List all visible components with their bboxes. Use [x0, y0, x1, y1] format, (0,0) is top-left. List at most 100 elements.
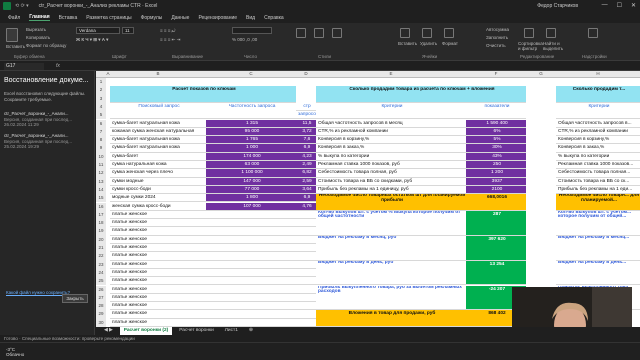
- stock-label[interactable]: Необходимое число товарных остатков шт д…: [316, 194, 466, 211]
- column-header-H[interactable]: H: [556, 71, 640, 76]
- column-header-D[interactable]: D: [296, 71, 316, 76]
- format-as-table-icon[interactable]: [314, 28, 324, 38]
- format-cells-icon[interactable]: [444, 28, 454, 38]
- criteria-right-cell[interactable]: Стоимость товара на ВБ со ск...: [556, 177, 640, 186]
- row-header[interactable]: 17: [96, 210, 106, 220]
- row-header[interactable]: 15: [96, 194, 106, 203]
- freq-cell[interactable]: 1 315: [206, 119, 296, 128]
- row-header[interactable]: 30: [96, 318, 106, 327]
- query-cell[interactable]: платье женское: [110, 310, 206, 319]
- str-cell[interactable]: 6,9: [296, 144, 316, 153]
- column-header-B[interactable]: B: [110, 71, 206, 76]
- criteria-cell[interactable]: Конверсия в корзину,%: [316, 136, 466, 145]
- add-sheet-icon[interactable]: ⊕: [245, 327, 257, 335]
- row-header[interactable]: 24: [96, 268, 106, 278]
- format-button[interactable]: Формат: [442, 41, 458, 46]
- indicator-cell[interactable]: 5%: [466, 136, 526, 145]
- col-criteria-label[interactable]: Критерии: [316, 102, 466, 120]
- row-header[interactable]: 2: [96, 86, 106, 95]
- freq-cell[interactable]: [206, 277, 296, 286]
- find-select-icon[interactable]: [546, 28, 556, 38]
- menu-tab-8[interactable]: Справка: [264, 15, 284, 21]
- close-icon[interactable]: ✕: [631, 2, 636, 9]
- weather-widget[interactable]: -3°C Облачно: [6, 347, 24, 357]
- criteria-right-cell[interactable]: Конверсия в корзину,%: [556, 136, 640, 145]
- menu-tab-0[interactable]: Файл: [8, 15, 20, 21]
- menu-tab-1[interactable]: Главная: [29, 14, 50, 21]
- row-header[interactable]: 12: [96, 169, 106, 178]
- freq-cell[interactable]: [206, 293, 296, 303]
- query-cell[interactable]: кожаная сумка женская натуральная: [110, 127, 206, 137]
- criteria-right-cell[interactable]: Себестоимость товара полная...: [556, 169, 640, 178]
- query-cell[interactable]: сумка-багет натуральная кожа: [110, 119, 206, 128]
- str-cell[interactable]: 3,64: [296, 185, 316, 195]
- row-header[interactable]: 22: [96, 252, 106, 261]
- row-header[interactable]: 21: [96, 244, 106, 253]
- freq-cell[interactable]: 1 765: [206, 136, 296, 145]
- freq-cell[interactable]: 95 000: [206, 127, 296, 137]
- menu-tab-7[interactable]: Вид: [246, 15, 255, 21]
- freq-cell[interactable]: [206, 260, 296, 269]
- col-criteria-right-label[interactable]: Критерии: [556, 102, 640, 120]
- recovery-close-button[interactable]: Закрыть: [62, 294, 88, 303]
- paste-icon[interactable]: [6, 28, 18, 42]
- delete-button[interactable]: Удалить: [420, 41, 437, 46]
- row-header[interactable]: 19: [96, 227, 106, 236]
- freq-cell[interactable]: [206, 285, 296, 294]
- str-cell[interactable]: [296, 210, 316, 220]
- header-cell-left[interactable]: Расчет показов по ключам: [110, 86, 296, 103]
- col-query-label[interactable]: Поисковый запрос: [110, 102, 206, 120]
- conditional-format-icon[interactable]: [296, 28, 306, 38]
- str-cell[interactable]: 2,49: [296, 161, 316, 170]
- str-cell[interactable]: [296, 302, 316, 311]
- fx-icon[interactable]: fx: [56, 63, 60, 69]
- freq-cell[interactable]: [206, 235, 296, 244]
- align-top-icon[interactable]: ≡ ≡ ≡ ⤾: [160, 28, 175, 33]
- query-cell[interactable]: сумки кросс-боди: [110, 185, 206, 195]
- criteria-right-cell[interactable]: Рекламная ставка 1000 показов...: [556, 161, 640, 170]
- result-label-right[interactable]: Кол-во выкупов шт. с учетом... которое п…: [556, 210, 640, 236]
- maximize-icon[interactable]: ☐: [617, 2, 622, 9]
- row-header[interactable]: 7: [96, 127, 106, 137]
- insert-button[interactable]: Вставить: [398, 41, 417, 46]
- recovered-file-2[interactable]: ctr_Расчет_воронки_-_Анали... Версия, со…: [4, 133, 92, 150]
- str-cell[interactable]: 7,6: [296, 136, 316, 145]
- freq-cell[interactable]: 174 000: [206, 152, 296, 161]
- str-cell[interactable]: [296, 293, 316, 303]
- indicator-cell[interactable]: 250: [466, 161, 526, 170]
- criteria-right-cell[interactable]: Конверсия в заказ,%: [556, 144, 640, 153]
- row-header[interactable]: 10: [96, 152, 106, 161]
- criteria-cell[interactable]: Конверсия в заказ,%: [316, 144, 466, 153]
- freq-cell[interactable]: 77 000: [206, 185, 296, 195]
- indicator-cell[interactable]: 43%: [466, 152, 526, 161]
- col-str-label[interactable]: стр: [296, 102, 316, 112]
- stock-value[interactable]: 668,0016: [466, 194, 526, 211]
- indicator-cell[interactable]: 1 590 400: [466, 119, 526, 128]
- query-cell[interactable]: платье женское: [110, 244, 206, 253]
- font-size-select[interactable]: 11: [122, 27, 134, 34]
- column-header-F[interactable]: F: [466, 71, 526, 76]
- criteria-cell[interactable]: % выкупа по категории: [316, 152, 466, 161]
- paste-button[interactable]: Вставить: [6, 44, 25, 49]
- str-cell[interactable]: [296, 268, 316, 278]
- query-cell[interactable]: платье женское: [110, 293, 206, 303]
- str-cell[interactable]: [296, 244, 316, 253]
- row-header[interactable]: 9: [96, 144, 106, 153]
- query-cell[interactable]: сумка-багет: [110, 152, 206, 161]
- row-header[interactable]: 6: [96, 119, 106, 128]
- str-cell[interactable]: [296, 219, 316, 228]
- name-box[interactable]: G17: [4, 63, 44, 70]
- criteria-right-cell[interactable]: CTR,% из рекламной компании: [556, 127, 640, 137]
- str-cell[interactable]: [296, 252, 316, 261]
- query-cell[interactable]: платье женское: [110, 268, 206, 278]
- str-cell[interactable]: [296, 310, 316, 319]
- sort-filter-button[interactable]: Сортировка и фильтр: [518, 41, 543, 51]
- criteria-cell[interactable]: Рекламная ставка 1000 показов, руб: [316, 161, 466, 170]
- freq-cell[interactable]: [206, 210, 296, 220]
- format-painter-button[interactable]: Формат по образцу: [26, 43, 66, 48]
- indicator-cell[interactable]: 3937: [466, 177, 526, 186]
- menu-tab-6[interactable]: Рецензирование: [198, 15, 237, 21]
- freq-cell[interactable]: [206, 219, 296, 228]
- insert-cells-icon[interactable]: [400, 28, 410, 38]
- menu-tab-5[interactable]: Данные: [171, 15, 189, 21]
